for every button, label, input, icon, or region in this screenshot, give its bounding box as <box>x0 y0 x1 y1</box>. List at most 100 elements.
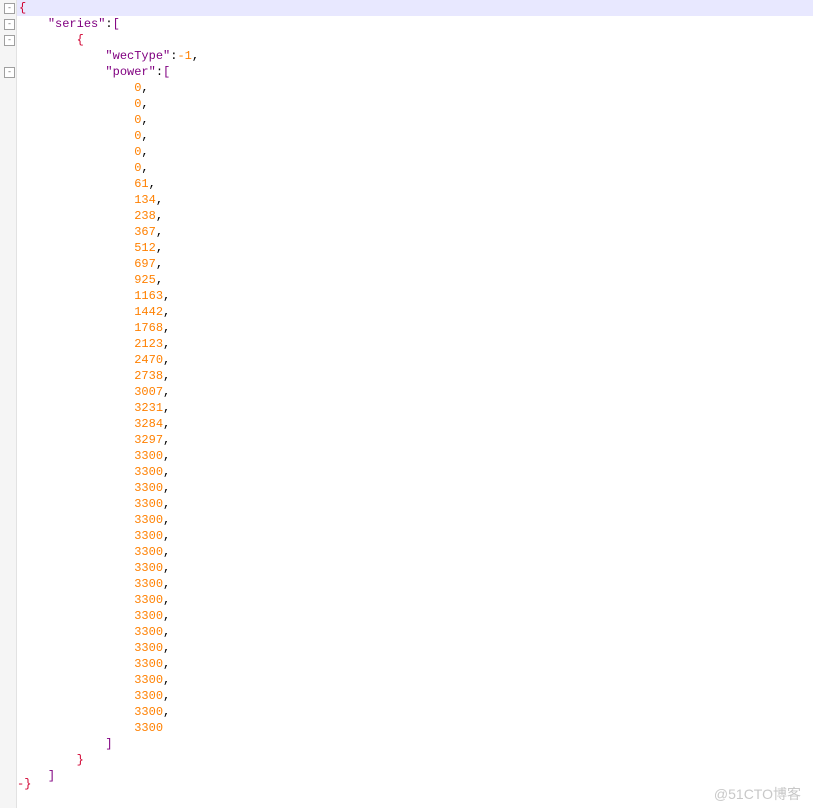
code-line: 3300, <box>17 688 813 704</box>
close-bracket: ] <box>105 737 112 751</box>
json-power-value: 61 <box>134 177 148 191</box>
json-power-value: 3300 <box>134 577 163 591</box>
json-key-series: "series" <box>48 17 106 31</box>
json-power-value: 3300 <box>134 465 163 479</box>
json-power-value: 3300 <box>134 497 163 511</box>
code-line: 3300, <box>17 528 813 544</box>
fold-toggle-icon[interactable]: - <box>4 19 15 30</box>
json-key-wectype: "wecType" <box>105 49 170 63</box>
code-line: 3300, <box>17 512 813 528</box>
code-line: 925, <box>17 272 813 288</box>
json-power-value: 2738 <box>134 369 163 383</box>
json-power-value: 3300 <box>134 529 163 543</box>
json-power-value: 3300 <box>134 641 163 655</box>
json-power-value: 3300 <box>134 593 163 607</box>
json-power-value: 134 <box>134 193 156 207</box>
code-editor: - - - - { "series":[ { "wecType":-1, "po… <box>0 0 813 808</box>
json-power-value: 3300 <box>134 449 163 463</box>
json-power-value: 512 <box>134 241 156 255</box>
json-power-value: 3300 <box>134 625 163 639</box>
code-line: 3300, <box>17 640 813 656</box>
code-line: 0, <box>17 144 813 160</box>
json-power-value: 238 <box>134 209 156 223</box>
json-power-value: 3300 <box>134 481 163 495</box>
json-power-value: 3300 <box>134 721 163 735</box>
json-power-value: 2470 <box>134 353 163 367</box>
json-power-value: 1768 <box>134 321 163 335</box>
code-line: 0, <box>17 112 813 128</box>
json-val-wectype: -1 <box>177 49 191 63</box>
code-line: "series":[ <box>17 16 813 32</box>
fold-toggle-icon[interactable]: - <box>4 35 15 46</box>
json-power-value: 367 <box>134 225 156 239</box>
code-line: 134, <box>17 192 813 208</box>
json-power-value: 3300 <box>134 545 163 559</box>
close-brace: } <box>77 753 84 767</box>
trailing-marker: -} <box>17 776 31 792</box>
code-line: 1442, <box>17 304 813 320</box>
json-power-value: 1163 <box>134 289 163 303</box>
code-line: ] <box>17 768 813 784</box>
json-power-value: 697 <box>134 257 156 271</box>
code-line: { <box>17 32 813 48</box>
json-power-value: 3300 <box>134 513 163 527</box>
code-line: 2738, <box>17 368 813 384</box>
code-line: 3300, <box>17 672 813 688</box>
close-bracket: ] <box>48 769 55 783</box>
code-line: 238, <box>17 208 813 224</box>
code-line: 3300 <box>17 720 813 736</box>
code-line: 3300, <box>17 624 813 640</box>
code-line: 3300, <box>17 608 813 624</box>
code-line: 1768, <box>17 320 813 336</box>
json-power-value: 3231 <box>134 401 163 415</box>
code-line: 61, <box>17 176 813 192</box>
code-line: 3231, <box>17 400 813 416</box>
code-line: 3300, <box>17 480 813 496</box>
code-line: 0, <box>17 128 813 144</box>
code-pane[interactable]: { "series":[ { "wecType":-1, "power":[ 0… <box>17 0 813 808</box>
code-line: 3297, <box>17 432 813 448</box>
code-line: "wecType":-1, <box>17 48 813 64</box>
code-line: 3300, <box>17 496 813 512</box>
code-line: 3300, <box>17 656 813 672</box>
fold-toggle-icon[interactable]: - <box>4 3 15 14</box>
code-line: 367, <box>17 224 813 240</box>
code-line: } <box>17 752 813 768</box>
code-line: 3300, <box>17 592 813 608</box>
code-line: 1163, <box>17 288 813 304</box>
json-power-value: 3284 <box>134 417 163 431</box>
code-line: { <box>17 0 813 16</box>
json-power-value: 3297 <box>134 433 163 447</box>
code-line: 0, <box>17 80 813 96</box>
json-power-value: 3300 <box>134 673 163 687</box>
code-line: 3284, <box>17 416 813 432</box>
json-power-value: 3300 <box>134 561 163 575</box>
code-line: 3300, <box>17 704 813 720</box>
json-key-power: "power" <box>105 65 155 79</box>
code-line: 697, <box>17 256 813 272</box>
open-brace: { <box>19 1 26 15</box>
code-line: 3300, <box>17 544 813 560</box>
fold-gutter: - - - - <box>0 0 17 808</box>
code-line: "power":[ <box>17 64 813 80</box>
json-power-value: 925 <box>134 273 156 287</box>
code-line: 3300, <box>17 464 813 480</box>
json-power-value: 2123 <box>134 337 163 351</box>
json-power-value: 3300 <box>134 689 163 703</box>
code-line: 3007, <box>17 384 813 400</box>
json-power-value: 1442 <box>134 305 163 319</box>
code-line: 3300, <box>17 560 813 576</box>
code-line: 3300, <box>17 448 813 464</box>
json-power-value: 3300 <box>134 657 163 671</box>
code-line: 0, <box>17 96 813 112</box>
json-power-value: 3300 <box>134 705 163 719</box>
code-line: ] <box>17 736 813 752</box>
code-line: 3300, <box>17 576 813 592</box>
code-line: 512, <box>17 240 813 256</box>
code-line: 2470, <box>17 352 813 368</box>
watermark-text: @51CTO博客 <box>714 786 801 802</box>
code-line: 2123, <box>17 336 813 352</box>
fold-toggle-icon[interactable]: - <box>4 67 15 78</box>
code-line: 0, <box>17 160 813 176</box>
json-power-value: 3007 <box>134 385 163 399</box>
